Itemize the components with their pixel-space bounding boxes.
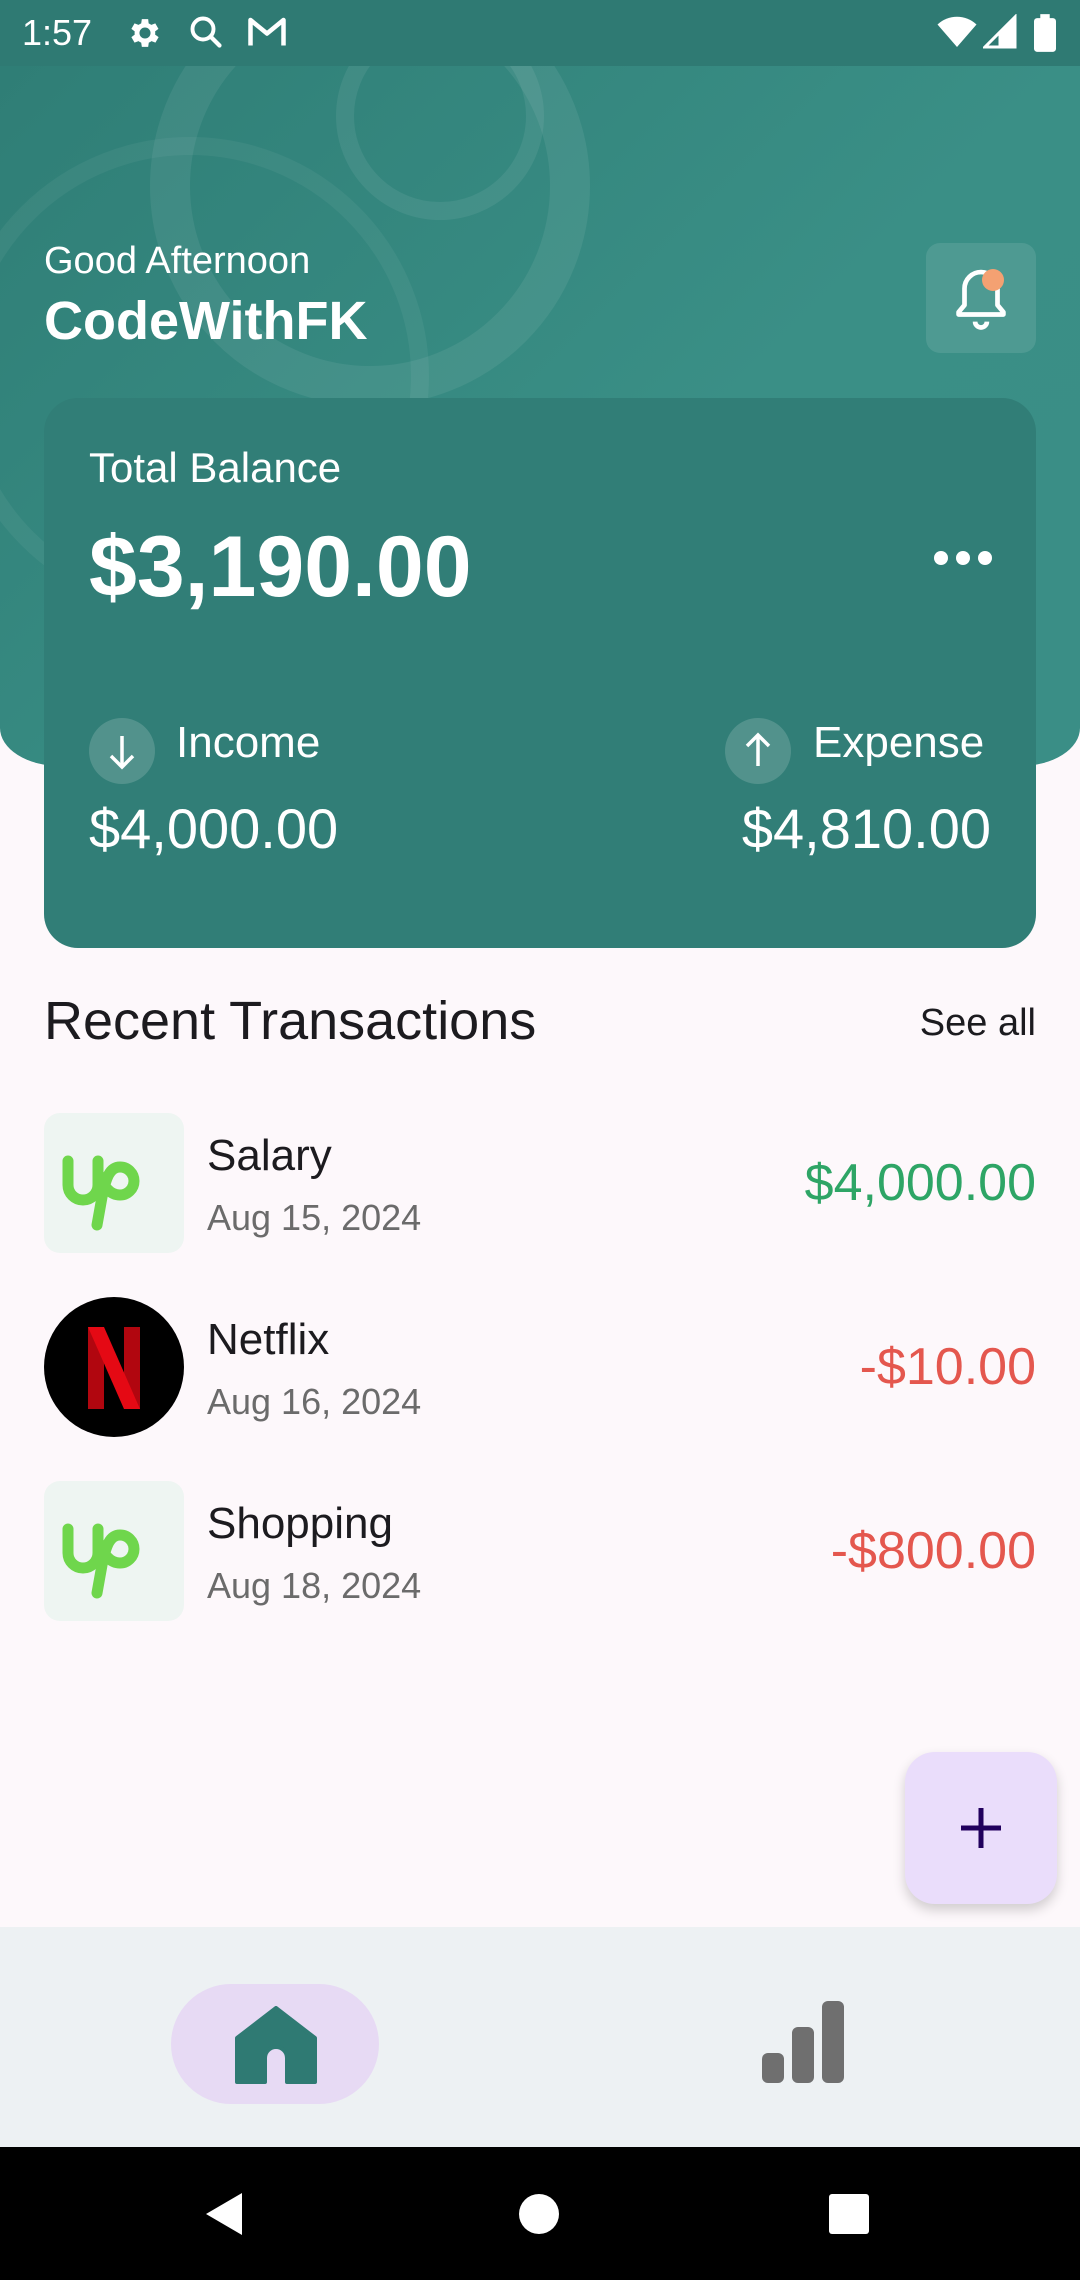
home-circle-icon[interactable] (518, 2193, 560, 2240)
transaction-name: Netflix (207, 1315, 330, 1364)
settings-icon (126, 14, 164, 57)
income-label: Income (176, 718, 321, 767)
nav-item-stats[interactable] (760, 1999, 850, 2089)
upwork-logo (44, 1481, 184, 1621)
income-amount: $4,000.00 (89, 797, 339, 860)
balance-label: Total Balance (89, 444, 342, 491)
transaction-name: Shopping (207, 1499, 393, 1548)
balance-amount: $3,190.00 (89, 519, 472, 615)
transaction-date: Aug 15, 2024 (207, 1197, 422, 1238)
greeting-text: Good Afternoon (44, 240, 311, 282)
notification-button[interactable] (926, 243, 1036, 353)
netflix-logo (44, 1297, 184, 1437)
username: CodeWithFK (44, 291, 368, 351)
upwork-logo (44, 1113, 184, 1253)
transaction-amount: -$800.00 (830, 1522, 1036, 1580)
bottom-navigation (0, 1927, 1080, 2147)
bar-chart-icon (760, 2001, 846, 2089)
expense-label: Expense (813, 718, 985, 767)
gmail-icon (246, 14, 288, 55)
signal-icon (981, 13, 1017, 55)
recent-transactions-title: Recent Transactions (44, 991, 537, 1051)
system-navigation-bar (0, 2147, 1080, 2280)
transaction-item[interactable]: Shopping Aug 18, 2024 -$800.00 (44, 1481, 1036, 1621)
balance-card: Total Balance $3,190.00 Income $4,000.00… (44, 398, 1036, 948)
arrow-up-icon (725, 718, 791, 784)
transaction-amount: $4,000.00 (804, 1154, 1036, 1212)
home-icon (233, 2006, 319, 2091)
transaction-item[interactable]: Salary Aug 15, 2024 $4,000.00 (44, 1113, 1036, 1253)
transaction-item[interactable]: Netflix Aug 16, 2024 -$10.00 (44, 1297, 1036, 1437)
back-icon[interactable] (204, 2191, 244, 2242)
transaction-date: Aug 16, 2024 (207, 1381, 422, 1422)
battery-icon (1034, 14, 1056, 57)
wifi-icon (936, 14, 978, 55)
transaction-date: Aug 18, 2024 (207, 1565, 422, 1606)
status-bar: 1:57 (0, 0, 1080, 66)
plus-icon (959, 1806, 1003, 1855)
transaction-name: Salary (207, 1131, 332, 1180)
see-all-link[interactable]: See all (920, 1002, 1036, 1045)
more-horizontal-icon[interactable] (932, 548, 994, 573)
expense-amount: $4,810.00 (741, 797, 991, 860)
status-time: 1:57 (22, 12, 93, 53)
add-transaction-button[interactable] (905, 1752, 1057, 1904)
arrow-down-icon (89, 718, 155, 784)
search-icon (188, 14, 224, 55)
recents-icon[interactable] (828, 2193, 870, 2240)
notification-badge (982, 269, 1004, 291)
transaction-amount: -$10.00 (859, 1338, 1036, 1396)
nav-item-home[interactable] (171, 1984, 379, 2104)
